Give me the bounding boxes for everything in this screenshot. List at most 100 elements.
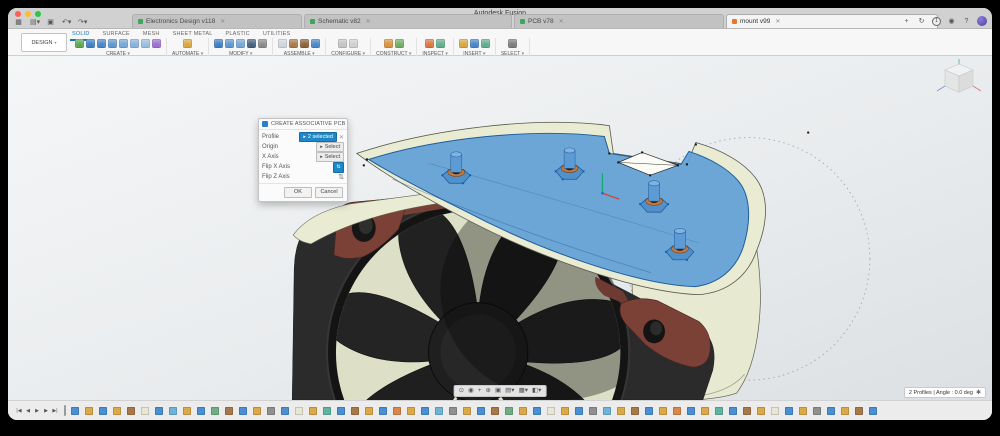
app-grid-icon[interactable]: ▦ bbox=[14, 18, 23, 27]
timeline-feature-sketch[interactable] bbox=[337, 407, 345, 415]
timeline-feature-extrude[interactable] bbox=[309, 407, 317, 415]
document-tab-3[interactable]: PCB v78 ✕ bbox=[514, 14, 724, 28]
mirror-icon[interactable] bbox=[311, 39, 320, 48]
document-tab-2[interactable]: Schematic v82 ✕ bbox=[304, 14, 512, 28]
cone-icon[interactable] bbox=[141, 39, 150, 48]
timeline-feature-mirror[interactable] bbox=[323, 407, 331, 415]
timeline-feature-joint[interactable] bbox=[225, 407, 233, 415]
timeline-feature-extrude[interactable] bbox=[701, 407, 709, 415]
timeline-feature-component[interactable] bbox=[141, 407, 149, 415]
sync-status-icon[interactable]: ↻ bbox=[917, 17, 926, 25]
sphere-icon[interactable] bbox=[119, 39, 128, 48]
timeline-feature-sketch[interactable] bbox=[71, 407, 79, 415]
redo-icon[interactable]: ↷▾ bbox=[78, 18, 87, 27]
save-icon[interactable]: ▣ bbox=[46, 18, 55, 27]
create-sketch-icon[interactable] bbox=[75, 39, 84, 48]
timeline-feature-extrude[interactable] bbox=[799, 407, 807, 415]
timeline-feature-hole[interactable] bbox=[449, 407, 457, 415]
timeline-feature-sketch[interactable] bbox=[785, 407, 793, 415]
look-at-icon[interactable]: ◉ bbox=[468, 387, 474, 395]
fillet-icon[interactable] bbox=[225, 39, 234, 48]
timeline-feature-joint[interactable] bbox=[743, 407, 751, 415]
revolve-icon[interactable] bbox=[108, 39, 117, 48]
timeline-feature-sketch[interactable] bbox=[869, 407, 877, 415]
avatar[interactable] bbox=[977, 16, 987, 26]
timeline-feature-sketch[interactable] bbox=[729, 407, 737, 415]
file-menu-icon[interactable]: ▤▾ bbox=[30, 18, 39, 27]
timeline-feature-extrude[interactable] bbox=[463, 407, 471, 415]
workspace-switcher[interactable]: DESIGN▾ bbox=[21, 33, 67, 52]
timeline-feature-sketch[interactable] bbox=[533, 407, 541, 415]
viewports-icon[interactable]: ◧▾ bbox=[532, 387, 541, 395]
select-icon[interactable] bbox=[508, 39, 517, 48]
help-icon[interactable]: ? bbox=[962, 18, 971, 25]
display-settings-icon[interactable]: ▤▾ bbox=[505, 387, 514, 395]
shell-icon[interactable] bbox=[236, 39, 245, 48]
timeline-feature-joint[interactable] bbox=[351, 407, 359, 415]
play-icon[interactable]: ▶ bbox=[34, 408, 40, 414]
timeline-feature-hole[interactable] bbox=[813, 407, 821, 415]
timeline-feature-hole[interactable] bbox=[267, 407, 275, 415]
configuration-table-icon[interactable] bbox=[349, 39, 358, 48]
timeline-feature-sketch[interactable] bbox=[197, 407, 205, 415]
timeline-feature-sketch[interactable] bbox=[645, 407, 653, 415]
grid-snaps-icon[interactable]: ▦▾ bbox=[519, 387, 528, 395]
fit-icon[interactable]: ▣ bbox=[495, 387, 501, 395]
zoom-icon[interactable]: ⊕ bbox=[486, 387, 491, 395]
timeline-feature-extrude[interactable] bbox=[561, 407, 569, 415]
timeline-feature-sketch[interactable] bbox=[379, 407, 387, 415]
form-icon[interactable] bbox=[152, 39, 161, 48]
step-back-icon[interactable]: ◀ bbox=[25, 408, 31, 414]
extrude-icon[interactable] bbox=[97, 39, 106, 48]
measure-icon[interactable] bbox=[425, 39, 434, 48]
timeline-feature-sketch[interactable] bbox=[687, 407, 695, 415]
flip-toggle-on[interactable]: ⇅ bbox=[333, 162, 344, 173]
timeline-feature-fillet[interactable] bbox=[169, 407, 177, 415]
offset-plane-icon[interactable] bbox=[384, 39, 393, 48]
timeline-feature-component[interactable] bbox=[295, 407, 303, 415]
timeline-feature-extrude[interactable] bbox=[659, 407, 667, 415]
timeline-feature-sketch[interactable] bbox=[99, 407, 107, 415]
timeline-feature-joint[interactable] bbox=[855, 407, 863, 415]
close-tab-icon[interactable]: ✕ bbox=[775, 18, 780, 25]
step-forward-icon[interactable]: ▶ bbox=[43, 408, 49, 414]
insert-derive-icon[interactable] bbox=[459, 39, 468, 48]
timeline-feature-fillet[interactable] bbox=[435, 407, 443, 415]
axis-icon[interactable] bbox=[395, 39, 404, 48]
timeline-feature-plane[interactable] bbox=[393, 407, 401, 415]
timeline-feature-sketch[interactable] bbox=[421, 407, 429, 415]
timeline-feature-extrude[interactable] bbox=[617, 407, 625, 415]
joint-icon[interactable] bbox=[289, 39, 298, 48]
close-tab-icon[interactable]: ✕ bbox=[559, 18, 564, 25]
timeline-feature-extrude[interactable] bbox=[183, 407, 191, 415]
orbit-icon[interactable]: ⊙ bbox=[459, 387, 464, 395]
timeline-feature-sketch[interactable] bbox=[477, 407, 485, 415]
timeline-feature-extrude[interactable] bbox=[113, 407, 121, 415]
timeline-feature-sketch[interactable] bbox=[239, 407, 247, 415]
view-cube[interactable] bbox=[934, 58, 984, 104]
select-chip[interactable]: ▸Select bbox=[316, 142, 344, 152]
timeline-feature-joint[interactable] bbox=[491, 407, 499, 415]
section-analysis-icon[interactable] bbox=[436, 39, 445, 48]
timeline-feature-plane[interactable] bbox=[673, 407, 681, 415]
new-component-icon[interactable] bbox=[278, 39, 287, 48]
timeline-feature-sketch[interactable] bbox=[575, 407, 583, 415]
timeline-feature-extrude[interactable] bbox=[85, 407, 93, 415]
timeline-feature-mirror[interactable] bbox=[715, 407, 723, 415]
timeline-feature-joint[interactable] bbox=[127, 407, 135, 415]
combine-icon[interactable] bbox=[247, 39, 256, 48]
profile-selection-chip[interactable]: ▸2 selected bbox=[299, 132, 337, 142]
timeline-playhead[interactable] bbox=[64, 405, 66, 416]
document-tab-1[interactable]: Electronics Design v118 ✕ bbox=[132, 14, 302, 28]
timeline-feature-extrude[interactable] bbox=[841, 407, 849, 415]
undo-icon[interactable]: ↶▾ bbox=[62, 18, 71, 27]
gear-icon[interactable]: ✱ bbox=[976, 389, 981, 396]
new-tab-icon[interactable]: + bbox=[902, 18, 911, 25]
automate-icon[interactable] bbox=[183, 39, 192, 48]
timeline-feature-hole[interactable] bbox=[589, 407, 597, 415]
timeline-feature-sketch[interactable] bbox=[281, 407, 289, 415]
job-status-icon[interactable]: 1 bbox=[932, 17, 941, 26]
go-to-start-icon[interactable]: |◀ bbox=[16, 408, 22, 414]
press-pull-icon[interactable] bbox=[214, 39, 223, 48]
timeline-feature-fillet[interactable] bbox=[603, 407, 611, 415]
